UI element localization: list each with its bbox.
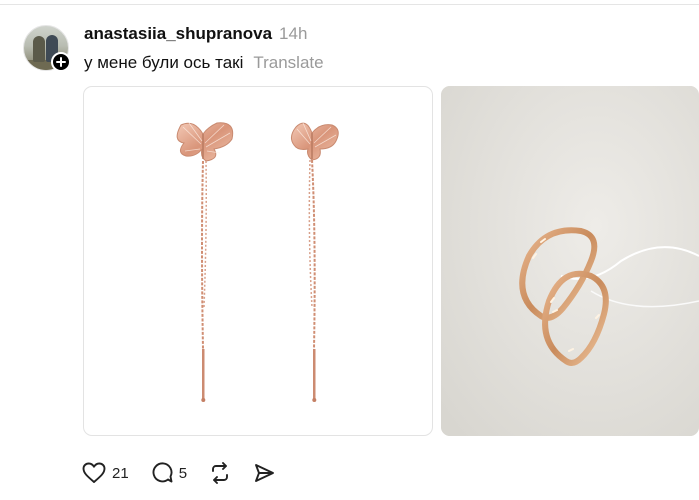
caption-text: у мене були ось такі: [84, 53, 244, 72]
media-image-1[interactable]: [83, 86, 433, 436]
send-icon: [255, 464, 274, 482]
reply-button[interactable]: 5: [151, 462, 187, 484]
top-divider: [0, 4, 699, 5]
translate-link[interactable]: Translate: [253, 53, 323, 73]
repost-button[interactable]: [209, 462, 231, 484]
comment-icon: [152, 462, 173, 483]
post-caption: у мене були ось такі Translate: [84, 53, 324, 73]
post-actions: 21 5: [82, 461, 297, 485]
media-image-2[interactable]: [441, 86, 699, 436]
like-count: 21: [112, 464, 129, 482]
avatar-container[interactable]: [23, 25, 71, 72]
repost-icon: [212, 462, 228, 484]
heart-icon: [82, 462, 106, 483]
avatar-person-left: [33, 36, 45, 62]
timestamp[interactable]: 14h: [279, 24, 307, 44]
follow-button[interactable]: [51, 52, 71, 72]
hoop-earrings-image: [441, 86, 699, 436]
username-link[interactable]: anastasiia_shupranova: [84, 24, 272, 44]
reply-count: 5: [178, 464, 188, 482]
like-button[interactable]: 21: [82, 462, 129, 484]
plus-icon: [56, 57, 66, 67]
share-button[interactable]: [253, 462, 275, 484]
butterfly-earrings-image: [176, 122, 339, 402]
post-header: anastasiia_shupranova 14h: [84, 24, 307, 46]
